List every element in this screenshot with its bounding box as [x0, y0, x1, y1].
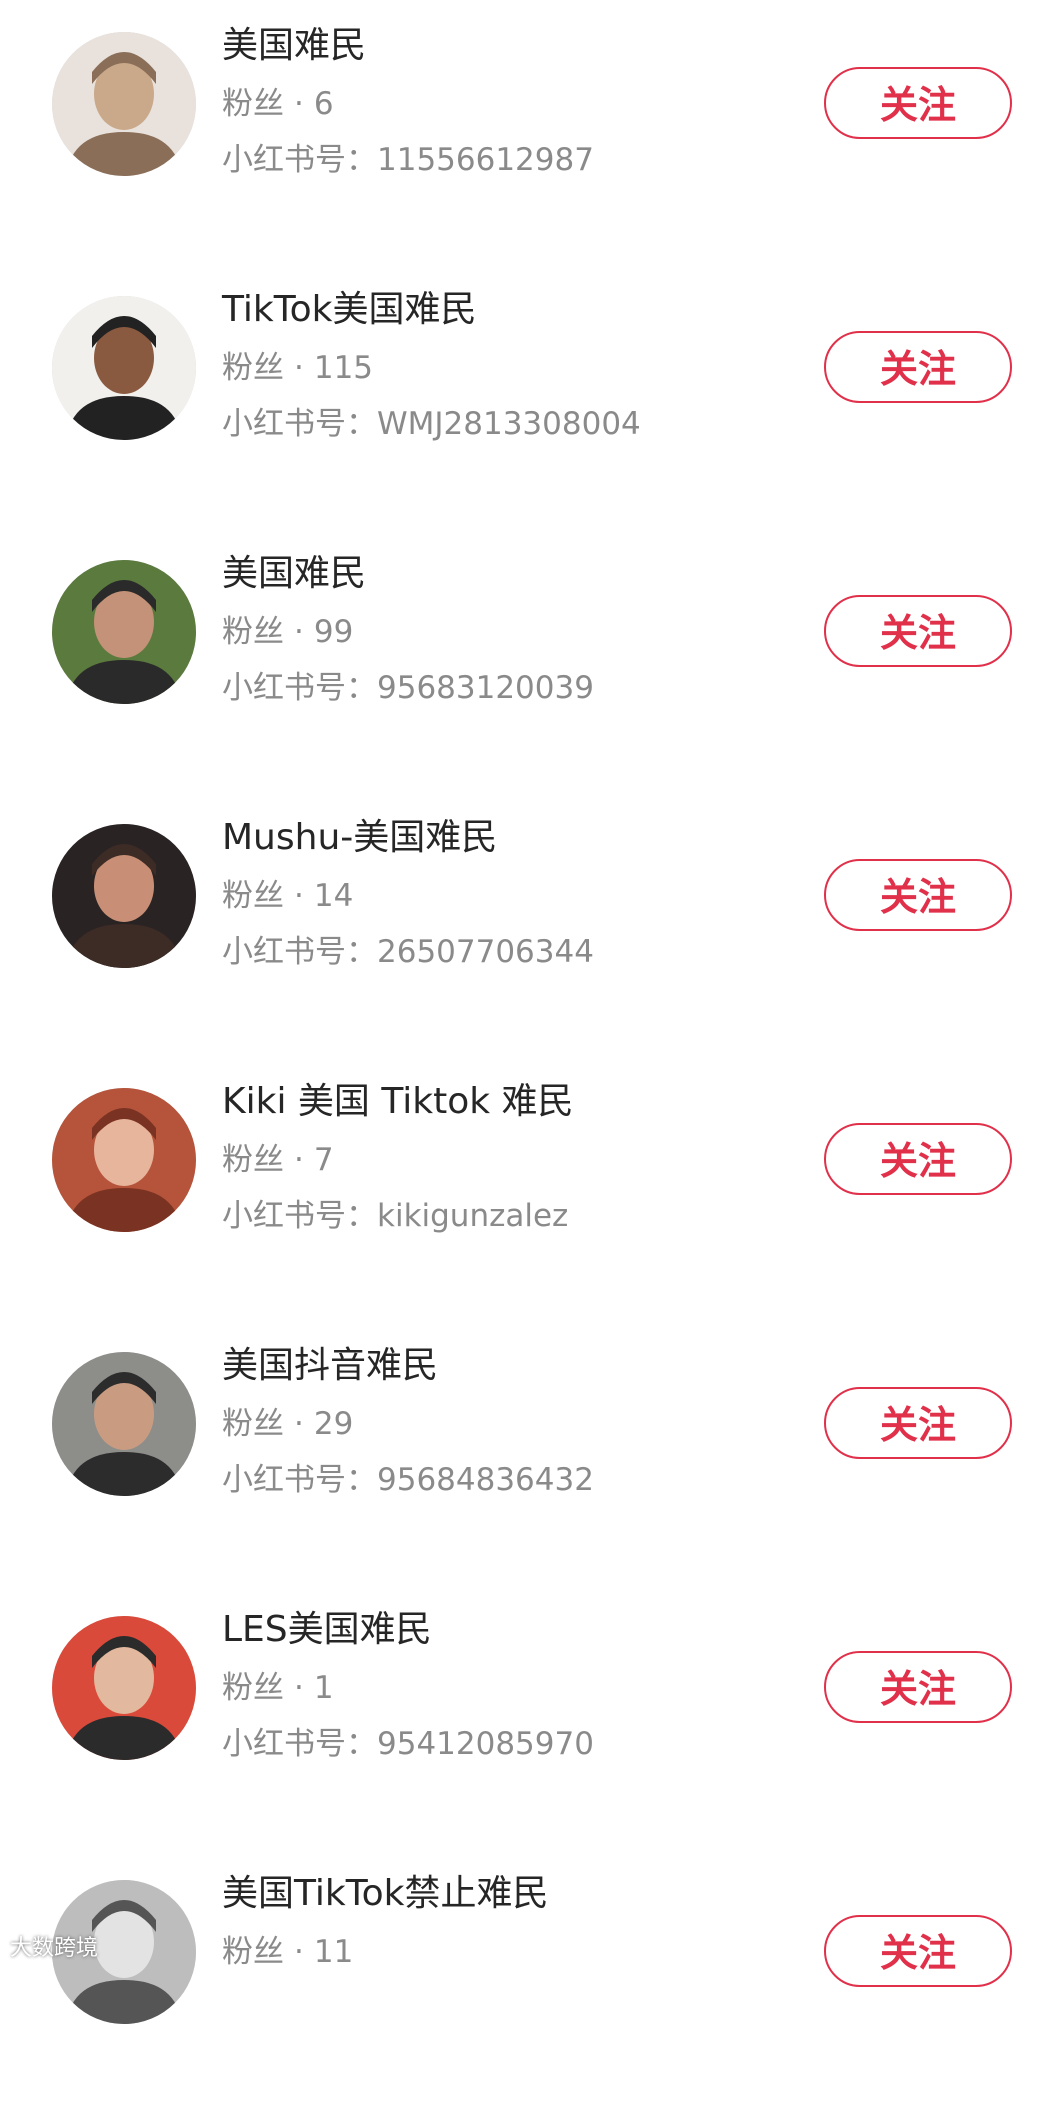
fans-count: 粉丝 · 115 — [222, 348, 373, 388]
avatar-photo — [52, 1352, 196, 1496]
user-name[interactable]: Kiki 美国 Tiktok 难民 — [222, 1078, 574, 1126]
fans-separator: · — [294, 1670, 304, 1706]
user-name[interactable]: 美国难民 — [222, 22, 366, 70]
xiaohongshu-id-label: 小红书号： — [222, 142, 377, 178]
avatar-photo — [52, 560, 196, 704]
user-name[interactable]: 美国难民 — [222, 550, 366, 598]
fans-count: 粉丝 · 6 — [222, 84, 334, 124]
fans-separator: · — [294, 878, 304, 914]
avatar[interactable] — [52, 1352, 196, 1496]
fans-count: 粉丝 · 7 — [222, 1140, 334, 1180]
avatar-photo — [52, 1088, 196, 1232]
fans-label: 粉丝 — [222, 1670, 284, 1706]
fans-separator: · — [294, 1142, 304, 1178]
fans-separator: · — [294, 350, 304, 386]
user-name[interactable]: 美国抖音难民 — [222, 1342, 438, 1390]
xiaohongshu-id: 小红书号：95683120039 — [222, 668, 594, 708]
xiaohongshu-id: 小红书号：WMJ2813308004 — [222, 404, 641, 444]
fans-count: 粉丝 · 99 — [222, 612, 353, 652]
fans-value: 6 — [313, 86, 334, 122]
avatar[interactable] — [52, 1616, 196, 1760]
xiaohongshu-id-label: 小红书号： — [222, 1198, 377, 1234]
fans-count: 粉丝 · 14 — [222, 876, 353, 916]
fans-separator: · — [294, 1406, 304, 1442]
follow-button[interactable]: 关注 — [824, 1387, 1012, 1459]
xiaohongshu-id-label: 小红书号： — [222, 406, 377, 442]
user-name[interactable]: 美国TikTok禁止难民 — [222, 1870, 548, 1918]
user-row[interactable]: Mushu-美国难民 粉丝 · 14 小红书号：26507706344 关注 — [0, 792, 1057, 1056]
xiaohongshu-id: 小红书号：95412085970 — [222, 1724, 594, 1764]
user-row[interactable]: 美国难民 粉丝 · 99 小红书号：95683120039 关注 — [0, 528, 1057, 792]
xiaohongshu-id-value: WMJ2813308004 — [377, 406, 641, 442]
fans-label: 粉丝 — [222, 1142, 284, 1178]
user-row[interactable]: Kiki 美国 Tiktok 难民 粉丝 · 7 小红书号：kikigunzalez… — [0, 1056, 1057, 1320]
fans-separator: · — [294, 1934, 304, 1970]
follow-button[interactable]: 关注 — [824, 67, 1012, 139]
xiaohongshu-id-value: 11556612987 — [377, 142, 594, 178]
xiaohongshu-id: 小红书号：11556612987 — [222, 140, 594, 180]
fans-value: 29 — [313, 1406, 354, 1442]
fans-label: 粉丝 — [222, 878, 284, 914]
user-row[interactable]: LES美国难民 粉丝 · 1 小红书号：95412085970 关注 — [0, 1584, 1057, 1848]
fans-value: 14 — [313, 878, 354, 914]
fans-count: 粉丝 · 1 — [222, 1668, 334, 1708]
follow-button[interactable]: 关注 — [824, 595, 1012, 667]
avatar[interactable] — [52, 824, 196, 968]
user-row[interactable]: 美国难民 粉丝 · 6 小红书号：11556612987 关注 — [0, 0, 1057, 264]
xiaohongshu-id-label: 小红书号： — [222, 1462, 377, 1498]
avatar[interactable] — [52, 1088, 196, 1232]
xiaohongshu-id: 小红书号：kikigunzalez — [222, 1196, 568, 1236]
fans-label: 粉丝 — [222, 350, 284, 386]
xiaohongshu-id-value: kikigunzalez — [377, 1198, 569, 1234]
follow-button[interactable]: 关注 — [824, 331, 1012, 403]
xiaohongshu-id-label: 小红书号： — [222, 670, 377, 706]
user-name[interactable]: Mushu-美国难民 — [222, 814, 497, 862]
xiaohongshu-id-value: 95684836432 — [377, 1462, 594, 1498]
watermark-text: 大数跨境 — [10, 1936, 99, 1961]
xiaohongshu-id: 小红书号：26507706344 — [222, 932, 594, 972]
follow-button[interactable]: 关注 — [824, 1651, 1012, 1723]
xiaohongshu-id-label: 小红书号： — [222, 934, 377, 970]
fans-label: 粉丝 — [222, 86, 284, 122]
fans-count: 粉丝 · 29 — [222, 1404, 353, 1444]
avatar-photo — [52, 1616, 196, 1760]
follow-button[interactable]: 关注 — [824, 1123, 1012, 1195]
fans-count: 粉丝 · 11 — [222, 1932, 353, 1972]
fans-label: 粉丝 — [222, 614, 284, 650]
user-row[interactable]: 美国TikTok禁止难民 粉丝 · 11 关注 — [0, 1848, 1057, 2112]
fans-label: 粉丝 — [222, 1934, 284, 1970]
follow-button[interactable]: 关注 — [824, 1915, 1012, 1987]
avatar-photo — [52, 296, 196, 440]
fans-label: 粉丝 — [222, 1406, 284, 1442]
xiaohongshu-id-value: 95412085970 — [377, 1726, 594, 1762]
fans-value: 7 — [313, 1142, 334, 1178]
fans-value: 1 — [313, 1670, 334, 1706]
avatar[interactable] — [52, 560, 196, 704]
xiaohongshu-id: 小红书号：95684836432 — [222, 1460, 594, 1500]
fans-separator: · — [294, 614, 304, 650]
user-name[interactable]: TikTok美国难民 — [222, 286, 476, 334]
follow-button[interactable]: 关注 — [824, 859, 1012, 931]
xiaohongshu-id-value: 26507706344 — [377, 934, 594, 970]
xiaohongshu-id-label: 小红书号： — [222, 1726, 377, 1762]
fans-separator: · — [294, 86, 304, 122]
watermark-logo: 大数跨境 — [10, 1930, 98, 1962]
avatar[interactable] — [52, 296, 196, 440]
avatar-photo — [52, 824, 196, 968]
avatar-photo — [52, 32, 196, 176]
avatar[interactable] — [52, 32, 196, 176]
xiaohongshu-id-value: 95683120039 — [377, 670, 594, 706]
user-row[interactable]: 美国抖音难民 粉丝 · 29 小红书号：95684836432 关注 — [0, 1320, 1057, 1584]
fans-value: 115 — [313, 350, 374, 386]
user-row[interactable]: TikTok美国难民 粉丝 · 115 小红书号：WMJ2813308004 关注 — [0, 264, 1057, 528]
fans-value: 11 — [313, 1934, 354, 1970]
user-name[interactable]: LES美国难民 — [222, 1606, 432, 1654]
fans-value: 99 — [313, 614, 354, 650]
